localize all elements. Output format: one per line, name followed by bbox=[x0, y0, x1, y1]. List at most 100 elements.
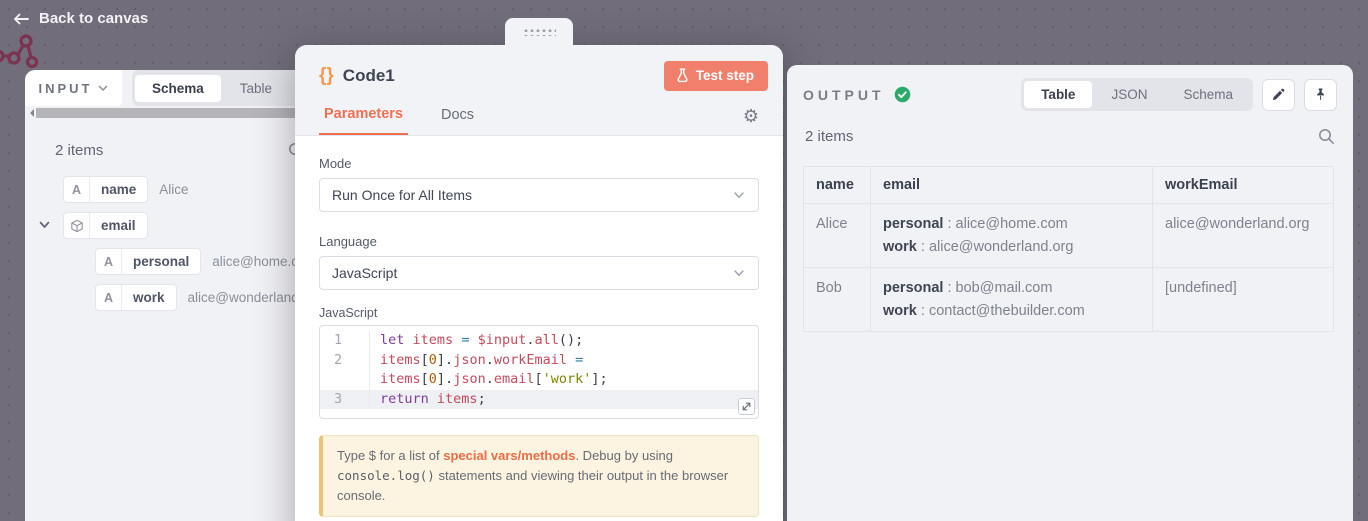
expand-icon bbox=[741, 401, 752, 412]
input-tab-table[interactable]: Table bbox=[223, 75, 289, 102]
code-text: items[0].json.workEmail = bbox=[370, 351, 583, 371]
pencil-icon bbox=[1271, 87, 1286, 102]
output-tab-table[interactable]: Table bbox=[1024, 81, 1092, 108]
code-editor-lines: 1let items = $input.all();2items[0].json… bbox=[320, 331, 758, 409]
language-selected-value: JavaScript bbox=[332, 265, 397, 281]
output-data-table: name email workEmail Alice personal : al… bbox=[803, 166, 1334, 332]
schema-value: Alice bbox=[159, 182, 188, 197]
line-number: 1 bbox=[320, 331, 370, 351]
special-vars-link[interactable]: special vars/methods bbox=[443, 448, 575, 463]
editor-hint-callout: Type $ for a list of special vars/method… bbox=[319, 435, 759, 517]
tab-docs[interactable]: Docs bbox=[436, 107, 479, 134]
pin-data-button[interactable] bbox=[1304, 79, 1337, 111]
language-field-label: Language bbox=[319, 234, 759, 249]
output-search-icon[interactable] bbox=[1318, 128, 1335, 145]
input-tab-schema[interactable]: Schema bbox=[135, 75, 221, 102]
code-node-icon: {} bbox=[319, 65, 334, 87]
tab-parameters[interactable]: Parameters bbox=[319, 106, 408, 135]
string-type-icon: A bbox=[96, 249, 122, 274]
table-header-row: name email workEmail bbox=[804, 167, 1334, 204]
back-arrow-icon bbox=[12, 11, 30, 27]
node-title[interactable]: Code1 bbox=[343, 66, 395, 86]
node-settings-gear-icon[interactable]: ⚙ bbox=[743, 108, 759, 134]
kv-key: personal bbox=[883, 216, 943, 232]
expand-editor-button[interactable] bbox=[738, 398, 755, 415]
kv-key: personal bbox=[883, 280, 943, 296]
cell-workemail: alice@wonderland.org bbox=[1153, 204, 1334, 268]
code-text: return items; bbox=[370, 390, 486, 410]
column-header-name[interactable]: name bbox=[804, 167, 871, 204]
chevron-down-icon bbox=[97, 82, 109, 94]
pin-icon bbox=[1313, 87, 1328, 102]
scroll-left-arrow-icon bbox=[26, 109, 34, 117]
mode-field-label: Mode bbox=[319, 156, 759, 171]
schema-key-pill-name[interactable]: A name bbox=[63, 176, 148, 203]
schema-key-pill-personal[interactable]: A personal bbox=[95, 248, 201, 275]
table-row[interactable]: Bob personal : bob@mail.com work : conta… bbox=[804, 268, 1334, 332]
schema-key-label: work bbox=[122, 285, 176, 310]
modal-header: {} Code1 Test step Parameters Docs ⚙ bbox=[295, 45, 783, 136]
input-source-dropdown[interactable]: INPUT bbox=[25, 70, 122, 106]
edit-output-button[interactable] bbox=[1262, 79, 1295, 111]
kv-key: work bbox=[883, 303, 917, 319]
code-text: let items = $input.all(); bbox=[370, 331, 583, 351]
chevron-down-icon bbox=[732, 266, 746, 280]
code-text: items[0].json.email['work']; bbox=[370, 370, 608, 390]
flask-icon bbox=[676, 68, 689, 83]
cell-name: Alice bbox=[804, 204, 871, 268]
object-type-icon bbox=[64, 213, 90, 238]
code-editor[interactable]: 1let items = $input.all();2items[0].json… bbox=[319, 325, 759, 419]
string-type-icon: A bbox=[96, 285, 122, 310]
string-type-icon: A bbox=[64, 177, 90, 202]
schema-key-pill-email[interactable]: email bbox=[63, 212, 148, 239]
cell-email: personal : bob@mail.com work : contact@t… bbox=[871, 268, 1153, 332]
column-header-workemail[interactable]: workEmail bbox=[1153, 167, 1334, 204]
parameters-pane: Mode Run Once for All Items Language Jav… bbox=[295, 136, 783, 521]
output-panel-title: OUTPUT bbox=[803, 87, 885, 103]
code-line[interactable]: 2items[0].json.workEmail = bbox=[320, 351, 758, 371]
line-number: 3 bbox=[320, 390, 370, 410]
node-details-modal: {} Code1 Test step Parameters Docs ⚙ Mod… bbox=[295, 45, 783, 521]
modal-drag-handle[interactable] bbox=[505, 18, 573, 45]
cell-workemail-undefined: [undefined] bbox=[1153, 268, 1334, 332]
line-number: 2 bbox=[320, 351, 370, 371]
kv-value: alice@home.com bbox=[956, 216, 1068, 232]
code-line[interactable]: items[0].json.email['work']; bbox=[320, 370, 758, 390]
schema-key-pill-work[interactable]: A work bbox=[95, 284, 177, 311]
cell-name: Bob bbox=[804, 268, 871, 332]
test-step-label: Test step bbox=[696, 68, 754, 83]
line-number bbox=[320, 370, 370, 390]
code-editor-label: JavaScript bbox=[319, 306, 759, 320]
input-items-count: 2 items bbox=[55, 142, 103, 159]
chevron-down-icon bbox=[732, 188, 746, 202]
schema-key-label: email bbox=[90, 213, 147, 238]
cell-email: personal : alice@home.com work : alice@w… bbox=[871, 204, 1153, 268]
hint-text: . Debug by using bbox=[575, 448, 673, 463]
output-tab-json[interactable]: JSON bbox=[1094, 81, 1164, 108]
code-line[interactable]: 1let items = $input.all(); bbox=[320, 331, 758, 351]
success-check-icon bbox=[894, 86, 911, 103]
collapse-chevron-icon[interactable] bbox=[38, 218, 51, 231]
code-line[interactable]: 3return items; bbox=[320, 390, 758, 410]
test-step-button[interactable]: Test step bbox=[664, 61, 768, 91]
kv-value: bob@mail.com bbox=[956, 280, 1053, 296]
output-tab-schema[interactable]: Schema bbox=[1166, 81, 1250, 108]
language-select[interactable]: JavaScript bbox=[319, 256, 759, 290]
drag-dots-icon bbox=[522, 27, 556, 36]
mode-selected-value: Run Once for All Items bbox=[332, 187, 472, 203]
kv-key: work bbox=[883, 239, 917, 255]
output-view-tabs: Table JSON Schema bbox=[1021, 78, 1253, 111]
back-to-canvas-label: Back to canvas bbox=[39, 10, 148, 27]
column-header-email[interactable]: email bbox=[871, 167, 1153, 204]
schema-key-label: name bbox=[90, 177, 147, 202]
back-to-canvas-button[interactable]: Back to canvas bbox=[12, 10, 148, 27]
hint-text: Type $ for a list of bbox=[337, 448, 443, 463]
kv-value: contact@thebuilder.com bbox=[929, 303, 1085, 319]
mode-select[interactable]: Run Once for All Items bbox=[319, 178, 759, 212]
hint-code-snippet: console.log() bbox=[337, 468, 435, 483]
output-items-count: 2 items bbox=[805, 128, 853, 145]
table-row[interactable]: Alice personal : alice@home.com work : a… bbox=[804, 204, 1334, 268]
schema-key-label: personal bbox=[122, 249, 200, 274]
workflow-logo-icon bbox=[0, 32, 52, 72]
kv-value: alice@wonderland.org bbox=[929, 239, 1074, 255]
